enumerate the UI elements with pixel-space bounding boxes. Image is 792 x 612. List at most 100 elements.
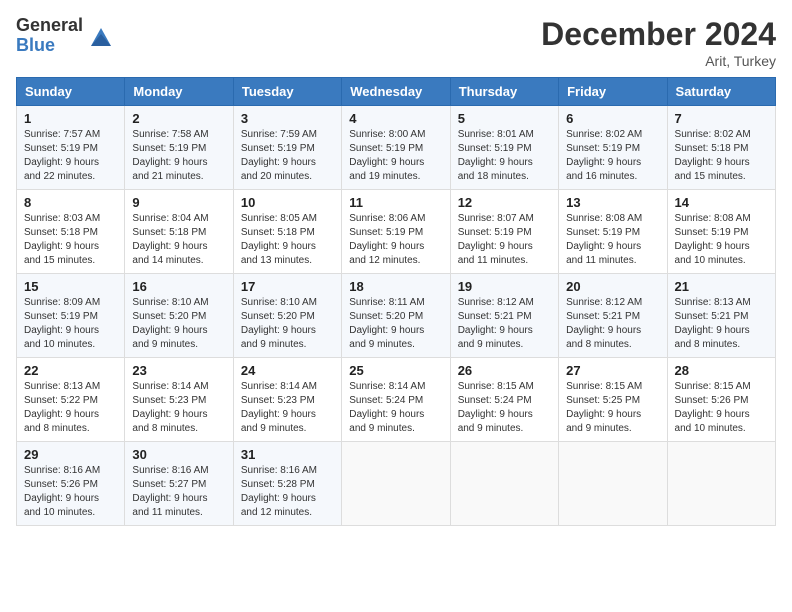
calendar-cell: 27Sunrise: 8:15 AMSunset: 5:25 PMDayligh… — [559, 358, 667, 442]
week-row-4: 22 Sunrise: 8:13 AMSunset: 5:22 PMDayligh… — [17, 358, 776, 442]
title-section: December 2024 Arit, Turkey — [541, 16, 776, 69]
cell-info: Sunrise: 8:09 AMSunset: 5:19 PMDaylight:… — [24, 297, 100, 350]
cell-info: Sunrise: 8:08 AMSunset: 5:19 PMDaylight:… — [675, 213, 751, 266]
day-number: 28 — [675, 363, 768, 378]
cell-info: Sunrise: 8:16 AMSunset: 5:28 PMDaylight:… — [241, 465, 317, 518]
calendar-cell: 1 Sunrise: 7:57 AMSunset: 5:19 PMDaylight… — [17, 106, 125, 190]
day-number: 14 — [675, 195, 768, 210]
day-number: 3 — [241, 111, 334, 126]
day-header-wednesday: Wednesday — [342, 78, 450, 106]
calendar-cell: 19 Sunrise: 8:12 AMSunset: 5:21 PMDayligh… — [450, 274, 558, 358]
day-header-thursday: Thursday — [450, 78, 558, 106]
calendar-table: SundayMondayTuesdayWednesdayThursdayFrid… — [16, 77, 776, 526]
day-number: 11 — [349, 195, 442, 210]
calendar-cell: 30 Sunrise: 8:16 AMSunset: 5:27 PMDayligh… — [125, 442, 233, 526]
week-row-2: 8 Sunrise: 8:03 AMSunset: 5:18 PMDaylight… — [17, 190, 776, 274]
calendar-cell: 22 Sunrise: 8:13 AMSunset: 5:22 PMDayligh… — [17, 358, 125, 442]
calendar-cell: 14 Sunrise: 8:08 AMSunset: 5:19 PMDayligh… — [667, 190, 775, 274]
day-number: 25 — [349, 363, 442, 378]
calendar-cell — [450, 442, 558, 526]
calendar-cell: 11 Sunrise: 8:06 AMSunset: 5:19 PMDayligh… — [342, 190, 450, 274]
calendar-cell — [667, 442, 775, 526]
calendar-cell: 2 Sunrise: 7:58 AMSunset: 5:19 PMDaylight… — [125, 106, 233, 190]
cell-info: Sunrise: 8:12 AMSunset: 5:21 PMDaylight:… — [458, 297, 534, 350]
day-number: 9 — [132, 195, 225, 210]
calendar-cell: 10Sunrise: 8:05 AMSunset: 5:18 PMDayligh… — [233, 190, 341, 274]
cell-info: Sunrise: 8:06 AMSunset: 5:19 PMDaylight:… — [349, 213, 425, 266]
day-header-sunday: Sunday — [17, 78, 125, 106]
calendar-cell: 21 Sunrise: 8:13 AMSunset: 5:21 PMDayligh… — [667, 274, 775, 358]
logo-text: General Blue — [16, 16, 83, 56]
logo-icon — [87, 22, 115, 50]
day-number: 22 — [24, 363, 117, 378]
cell-info: Sunrise: 8:03 AMSunset: 5:18 PMDaylight:… — [24, 213, 100, 266]
day-number: 5 — [458, 111, 551, 126]
logo-general: General — [16, 16, 83, 36]
calendar-cell: 4Sunrise: 8:00 AMSunset: 5:19 PMDaylight… — [342, 106, 450, 190]
cell-info: Sunrise: 7:57 AMSunset: 5:19 PMDaylight:… — [24, 129, 100, 182]
day-number: 29 — [24, 447, 117, 462]
cell-info: Sunrise: 7:58 AMSunset: 5:19 PMDaylight:… — [132, 129, 208, 182]
cell-info: Sunrise: 8:13 AMSunset: 5:22 PMDaylight:… — [24, 381, 100, 434]
cell-info: Sunrise: 8:12 AMSunset: 5:21 PMDaylight:… — [566, 297, 642, 350]
cell-info: Sunrise: 7:59 AMSunset: 5:19 PMDaylight:… — [241, 129, 317, 182]
week-row-5: 29Sunrise: 8:16 AMSunset: 5:26 PMDayligh… — [17, 442, 776, 526]
day-number: 21 — [675, 279, 768, 294]
calendar-cell: 31 Sunrise: 8:16 AMSunset: 5:28 PMDayligh… — [233, 442, 341, 526]
day-header-monday: Monday — [125, 78, 233, 106]
cell-info: Sunrise: 8:10 AMSunset: 5:20 PMDaylight:… — [132, 297, 208, 350]
calendar-cell: 13 Sunrise: 8:08 AMSunset: 5:19 PMDayligh… — [559, 190, 667, 274]
calendar-cell — [342, 442, 450, 526]
cell-info: Sunrise: 8:15 AMSunset: 5:26 PMDaylight:… — [675, 381, 751, 434]
cell-info: Sunrise: 8:02 AMSunset: 5:19 PMDaylight:… — [566, 129, 642, 182]
day-number: 8 — [24, 195, 117, 210]
calendar-cell: 5 Sunrise: 8:01 AMSunset: 5:19 PMDaylight… — [450, 106, 558, 190]
day-number: 2 — [132, 111, 225, 126]
day-number: 1 — [24, 111, 117, 126]
calendar-cell: 6 Sunrise: 8:02 AMSunset: 5:19 PMDaylight… — [559, 106, 667, 190]
cell-info: Sunrise: 8:13 AMSunset: 5:21 PMDaylight:… — [675, 297, 751, 350]
day-number: 7 — [675, 111, 768, 126]
calendar-cell: 15 Sunrise: 8:09 AMSunset: 5:19 PMDayligh… — [17, 274, 125, 358]
month-title: December 2024 — [541, 16, 776, 53]
day-number: 13 — [566, 195, 659, 210]
day-number: 16 — [132, 279, 225, 294]
calendar-cell: 7 Sunrise: 8:02 AMSunset: 5:18 PMDaylight… — [667, 106, 775, 190]
day-header-tuesday: Tuesday — [233, 78, 341, 106]
cell-info: Sunrise: 8:11 AMSunset: 5:20 PMDaylight:… — [349, 297, 424, 350]
day-number: 19 — [458, 279, 551, 294]
location: Arit, Turkey — [541, 53, 776, 69]
day-number: 30 — [132, 447, 225, 462]
day-number: 15 — [24, 279, 117, 294]
week-row-3: 15 Sunrise: 8:09 AMSunset: 5:19 PMDayligh… — [17, 274, 776, 358]
calendar-cell: 20 Sunrise: 8:12 AMSunset: 5:21 PMDayligh… — [559, 274, 667, 358]
calendar-cell: 12Sunrise: 8:07 AMSunset: 5:19 PMDayligh… — [450, 190, 558, 274]
cell-info: Sunrise: 8:14 AMSunset: 5:23 PMDaylight:… — [241, 381, 317, 434]
calendar-cell: 18Sunrise: 8:11 AMSunset: 5:20 PMDayligh… — [342, 274, 450, 358]
logo-blue: Blue — [16, 36, 83, 56]
day-header-friday: Friday — [559, 78, 667, 106]
cell-info: Sunrise: 8:16 AMSunset: 5:27 PMDaylight:… — [132, 465, 208, 518]
day-number: 31 — [241, 447, 334, 462]
calendar-cell — [559, 442, 667, 526]
day-number: 10 — [241, 195, 334, 210]
day-number: 4 — [349, 111, 442, 126]
cell-info: Sunrise: 8:15 AMSunset: 5:24 PMDaylight:… — [458, 381, 534, 434]
cell-info: Sunrise: 8:02 AMSunset: 5:18 PMDaylight:… — [675, 129, 751, 182]
calendar-cell: 8 Sunrise: 8:03 AMSunset: 5:18 PMDaylight… — [17, 190, 125, 274]
calendar-cell: 26 Sunrise: 8:15 AMSunset: 5:24 PMDayligh… — [450, 358, 558, 442]
day-number: 12 — [458, 195, 551, 210]
cell-info: Sunrise: 8:08 AMSunset: 5:19 PMDaylight:… — [566, 213, 642, 266]
day-number: 24 — [241, 363, 334, 378]
cell-info: Sunrise: 8:01 AMSunset: 5:19 PMDaylight:… — [458, 129, 534, 182]
cell-info: Sunrise: 8:10 AMSunset: 5:20 PMDaylight:… — [241, 297, 317, 350]
day-number: 6 — [566, 111, 659, 126]
calendar-cell: 25 Sunrise: 8:14 AMSunset: 5:24 PMDayligh… — [342, 358, 450, 442]
calendar-cell: 3 Sunrise: 7:59 AMSunset: 5:19 PMDaylight… — [233, 106, 341, 190]
day-number: 20 — [566, 279, 659, 294]
logo: General Blue — [16, 16, 115, 56]
week-row-1: 1 Sunrise: 7:57 AMSunset: 5:19 PMDaylight… — [17, 106, 776, 190]
day-number: 26 — [458, 363, 551, 378]
cell-info: Sunrise: 8:14 AMSunset: 5:24 PMDaylight:… — [349, 381, 425, 434]
cell-info: Sunrise: 8:14 AMSunset: 5:23 PMDaylight:… — [132, 381, 208, 434]
